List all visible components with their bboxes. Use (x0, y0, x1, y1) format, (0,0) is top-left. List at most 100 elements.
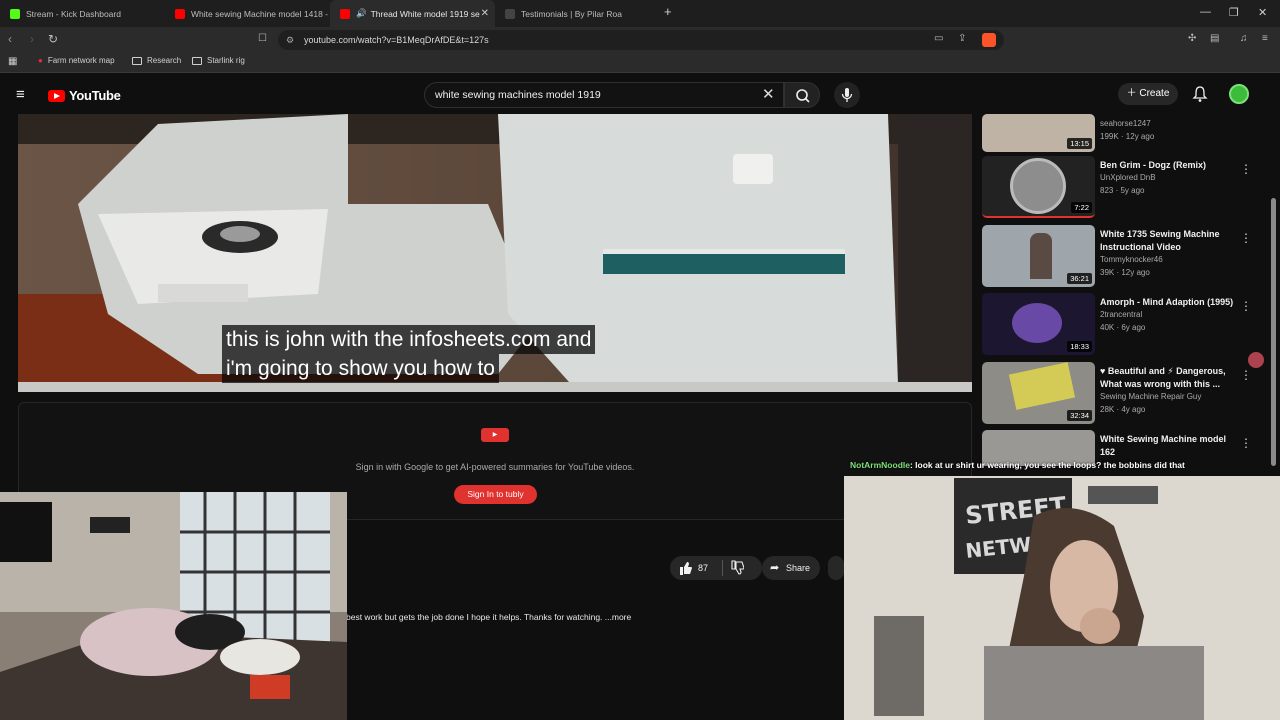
video-title[interactable]: White 1735 Sewing Machine Instructional … (1100, 228, 1242, 254)
video-title[interactable]: ♥ Beautiful and ⚡ Dangerous, What was wr… (1100, 365, 1242, 391)
more-options-icon[interactable]: ⋮ (1240, 231, 1252, 245)
search-input[interactable]: white sewing machines model 1919 (424, 82, 784, 108)
more-options-icon[interactable]: ⋮ (1240, 368, 1252, 382)
youtube-logo[interactable]: YouTube (48, 88, 121, 103)
subtitle-line-1: this is john with the infosheets.com and (222, 325, 596, 354)
video-title[interactable]: White Sewing Machine model 162 (1100, 433, 1242, 459)
url-field[interactable]: ⚙ youtube.com/watch?v=B1MeqDrAfDE&t=127s (278, 30, 1004, 50)
voice-search-button[interactable] (834, 82, 860, 108)
speaker-icon[interactable]: 🔊 (356, 8, 367, 19)
danger-label-art (1008, 362, 1076, 410)
maximize-icon[interactable]: ❐ (1229, 6, 1239, 19)
minimize-icon[interactable]: — (1200, 6, 1211, 18)
more-options-icon[interactable]: ⋮ (1240, 436, 1252, 450)
share-page-icon[interactable]: ⇪ (958, 33, 966, 44)
bookmark-farm-network-map[interactable]: ● Farm network map (38, 56, 115, 65)
video-title[interactable]: Ben Grim - Dogz (Remix) (1100, 159, 1242, 172)
close-tab-icon[interactable]: ✕ (481, 8, 489, 19)
recommended-video[interactable]: 36:21 White 1735 Sewing Machine Instruct… (982, 225, 1278, 289)
site-info-icon[interactable]: ⚙ (286, 30, 294, 50)
channel-name[interactable]: UnXplored DnB (1100, 173, 1156, 182)
avatar[interactable] (1229, 84, 1249, 104)
menu-icon[interactable]: ≡ (1262, 33, 1268, 44)
notifications-button[interactable] (1192, 85, 1208, 108)
site-icon (505, 8, 515, 19)
brave-shield-icon[interactable] (982, 33, 996, 47)
channel-name[interactable]: Tommyknocker46 (1100, 255, 1163, 264)
recommended-video[interactable]: 18:33 Amorph - Mind Adaption (1995) 2tra… (982, 293, 1278, 357)
sidebar-icon[interactable]: ▤ (1210, 33, 1219, 44)
video-thumbnail[interactable]: 36:21 (982, 225, 1095, 287)
forward-icon[interactable]: › (30, 32, 34, 46)
video-thumbnail[interactable]: 18:33 (982, 293, 1095, 355)
microphone-icon (841, 88, 853, 102)
url-text: youtube.com/watch?v=B1MeqDrAfDE&t=127s (304, 35, 489, 45)
create-label: Create (1139, 88, 1170, 99)
video-thumbnail[interactable]: 7:22 (982, 156, 1095, 218)
subtitle-line-2: i'm going to show you how to (222, 354, 499, 383)
hamburger-menu-icon[interactable]: ≡ (16, 86, 25, 103)
reload-icon[interactable]: ↻ (48, 32, 58, 46)
sidebar-scrollbar[interactable] (1271, 198, 1276, 466)
cast-icon[interactable]: ▭ (934, 33, 943, 44)
like-button[interactable] (678, 556, 692, 589)
new-tab-icon[interactable]: + (664, 4, 672, 19)
video-title[interactable]: Amorph - Mind Adaption (1995) (1100, 296, 1242, 309)
recommended-video[interactable]: 32:34 ♥ Beautiful and ⚡ Dangerous, What … (982, 352, 1278, 426)
share-button[interactable]: ➦ Share (762, 556, 820, 580)
nebula-art (1012, 303, 1062, 343)
apps-grid-icon[interactable]: ▦ (8, 56, 17, 67)
vinyl-record-art (1010, 158, 1066, 214)
stream-chat-message: NotArmNoodle: look at ur shirt ur wearin… (850, 460, 1185, 470)
recommended-video[interactable]: 7:22 Ben Grim - Dogz (Remix) UnXplored D… (982, 156, 1278, 220)
tab-label: Testimonials | By Pilar Roa (521, 8, 622, 19)
video-thumbnail[interactable]: 32:34 (982, 362, 1095, 424)
video-duration: 7:22 (1071, 202, 1092, 213)
video-meta: 823 · 5y ago (1100, 186, 1145, 195)
tab-kick-dashboard[interactable]: Stream - Kick Dashboard (0, 0, 165, 27)
video-duration: 36:21 (1067, 273, 1092, 284)
close-window-icon[interactable]: ✕ (1258, 6, 1267, 19)
channel-name[interactable]: seahorse1247 (1100, 119, 1151, 128)
folder-icon (132, 56, 142, 65)
address-toolbar: ‹ › ↻ ☐ ⚙ youtube.com/watch?v=B1MeqDrAfD… (0, 27, 1280, 53)
folder-icon (192, 56, 202, 65)
floating-extension-icon[interactable] (1248, 352, 1264, 368)
tab-white-sewing-1418[interactable]: White sewing Machine model 1418 - (165, 0, 330, 27)
clear-search-icon[interactable]: ✕ (762, 85, 775, 103)
like-count: 87 (698, 563, 709, 573)
back-icon[interactable]: ‹ (8, 32, 12, 46)
tubly-logo-icon: ▶ (481, 428, 509, 442)
dislike-button[interactable] (730, 556, 745, 589)
youtube-play-icon (48, 89, 65, 102)
browser-tab-bar: Stream - Kick Dashboard White sewing Mac… (0, 0, 1280, 27)
create-button[interactable]: ＋ Create (1118, 83, 1178, 105)
tab-label: Thread White model 1919 se (370, 8, 480, 19)
video-meta: 199K · 12y ago (1100, 132, 1155, 141)
chat-username: NotArmNoodle (850, 460, 910, 470)
bookmark-starlink-rig[interactable]: Starlink rig (192, 56, 245, 65)
channel-name[interactable]: 2trancentral (1100, 310, 1142, 319)
bookmark-icon[interactable]: ☐ (258, 33, 267, 44)
more-options-icon[interactable]: ⋮ (1240, 299, 1252, 313)
extensions-icon[interactable]: ✣ (1188, 33, 1196, 44)
video-description[interactable]: best work but gets the job done I hope i… (346, 612, 631, 622)
bookmark-research[interactable]: Research (132, 56, 181, 65)
tubly-signin-button[interactable]: Sign In to tubly (454, 485, 537, 504)
channel-name[interactable]: Sewing Machine Repair Guy (1100, 392, 1201, 401)
youtube-icon (175, 8, 185, 19)
more-options-icon[interactable]: ⋮ (1240, 162, 1252, 176)
tab-testimonials[interactable]: Testimonials | By Pilar Roa (495, 0, 660, 27)
bookmark-label: Farm network map (47, 56, 115, 65)
search-value: white sewing machines model 1919 (435, 89, 601, 101)
tab-thread-white-1919[interactable]: 🔊 Thread White model 1919 se ✕ (330, 0, 495, 27)
share-label: Share (786, 563, 811, 573)
media-icon[interactable]: ♫ (1240, 33, 1248, 44)
bookmarks-bar: ▦ ● Farm network map Research Starlink r… (0, 53, 1280, 73)
person-figure (1030, 233, 1052, 279)
video-thumbnail[interactable]: 13:15 (982, 114, 1095, 152)
more-actions-button[interactable] (828, 556, 844, 580)
youtube-icon (340, 8, 350, 19)
search-button[interactable] (784, 82, 820, 108)
plus-icon: ＋ (1126, 88, 1137, 99)
